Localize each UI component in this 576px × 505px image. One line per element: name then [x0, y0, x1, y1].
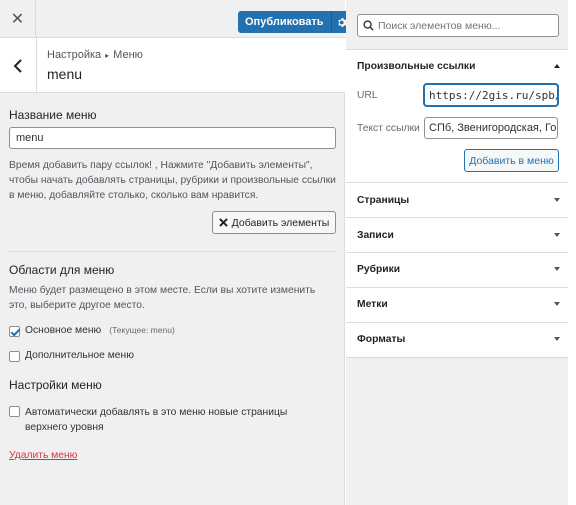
- menu-settings-heading: Настройки меню: [9, 378, 102, 392]
- accordion-categories[interactable]: Рубрики: [346, 252, 568, 287]
- accordion-pages[interactable]: Страницы: [346, 182, 568, 217]
- menu-name-label: Название меню: [9, 108, 97, 122]
- close-icon: ✕: [10, 11, 25, 28]
- breadcrumb-separator: ▸: [105, 51, 110, 60]
- menu-name-hint: Время добавить пару ссылок! , Нажмите "Д…: [9, 160, 336, 201]
- accordion-posts[interactable]: Записи: [346, 217, 568, 252]
- location-secondary-checkbox[interactable]: [9, 351, 20, 362]
- section-title: menu: [47, 66, 83, 82]
- location-secondary-label: Дополнительное меню: [25, 350, 134, 361]
- delete-menu-link[interactable]: Удалить меню: [9, 450, 77, 461]
- breadcrumb: Настройка ▸ Меню: [47, 49, 143, 61]
- accordion-formats[interactable]: Форматы: [346, 322, 568, 358]
- accordion-tags[interactable]: Метки: [346, 287, 568, 322]
- menu-locations-heading: Области для меню: [9, 263, 115, 277]
- accordion-categories-title: Рубрики: [357, 264, 401, 275]
- search-box[interactable]: [357, 14, 559, 37]
- accordion-custom-links: Произвольные ссылки URL https://2gis.ru/…: [346, 49, 568, 182]
- auto-add-pages[interactable]: Автоматически добавлять в это меню новые…: [9, 405, 329, 435]
- add-items-button[interactable]: Добавить элементы: [212, 211, 336, 234]
- close-button[interactable]: ✕: [0, 0, 36, 38]
- section-header: Настройка ▸ Меню menu: [0, 38, 345, 93]
- chevron-down-icon: [554, 267, 560, 271]
- chevron-left-icon: [13, 58, 22, 73]
- publish-button[interactable]: Опубликовать: [238, 11, 331, 33]
- menu-items-panel: Произвольные ссылки URL https://2gis.ru/…: [346, 0, 576, 505]
- menu-name-input[interactable]: [9, 127, 336, 149]
- chevron-down-icon: [554, 233, 560, 237]
- chevron-down-icon: [554, 302, 560, 306]
- publish-group: Опубликовать: [238, 11, 353, 33]
- url-label: URL: [357, 90, 378, 101]
- divider: [9, 251, 336, 252]
- location-primary-label: Основное меню: [25, 325, 102, 336]
- location-primary-checkbox[interactable]: [9, 326, 20, 337]
- location-primary-note: (Текущее: menu): [109, 325, 175, 335]
- add-to-menu-button[interactable]: Добавить в меню: [464, 149, 559, 172]
- breadcrumb-current: Меню: [113, 49, 143, 61]
- accordion-formats-title: Форматы: [357, 334, 406, 345]
- accordion-posts-title: Записи: [357, 230, 394, 241]
- accordion-custom-links-title[interactable]: Произвольные ссылки: [357, 61, 475, 72]
- chevron-down-icon: [554, 337, 560, 341]
- add-items-label: Добавить элементы: [231, 216, 330, 229]
- scrollbar[interactable]: [568, 0, 576, 505]
- url-input[interactable]: https://2gis.ru/spb/g: [424, 84, 558, 106]
- link-text-label: Текст ссылки: [357, 123, 420, 134]
- accordion-pages-title: Страницы: [357, 195, 410, 206]
- customizer-panel: ✕ Опубликовать Настройка ▸ Меню menu Назва…: [0, 0, 353, 505]
- back-button[interactable]: [0, 38, 37, 93]
- search-input[interactable]: [378, 19, 553, 32]
- customizer-header: ✕ Опубликовать: [0, 0, 353, 38]
- chevron-up-icon[interactable]: [554, 64, 560, 68]
- link-text-input[interactable]: СПб, Звенигородская, Гор: [424, 117, 558, 139]
- menu-settings-content: Название меню Время добавить пару ссылок…: [9, 108, 336, 461]
- location-secondary[interactable]: Дополнительное меню: [9, 350, 134, 362]
- breadcrumb-root: Настройка: [47, 49, 102, 61]
- search-icon: [358, 20, 378, 31]
- auto-add-checkbox[interactable]: [9, 406, 20, 417]
- auto-add-label: Автоматически добавлять в это меню новые…: [25, 407, 288, 433]
- close-icon: [218, 218, 228, 227]
- chevron-down-icon: [554, 198, 560, 202]
- accordion-tags-title: Метки: [357, 299, 388, 310]
- menu-locations-hint: Меню будет размещено в этом месте. Если …: [9, 285, 316, 311]
- location-primary[interactable]: Основное меню (Текущее: menu): [9, 325, 175, 337]
